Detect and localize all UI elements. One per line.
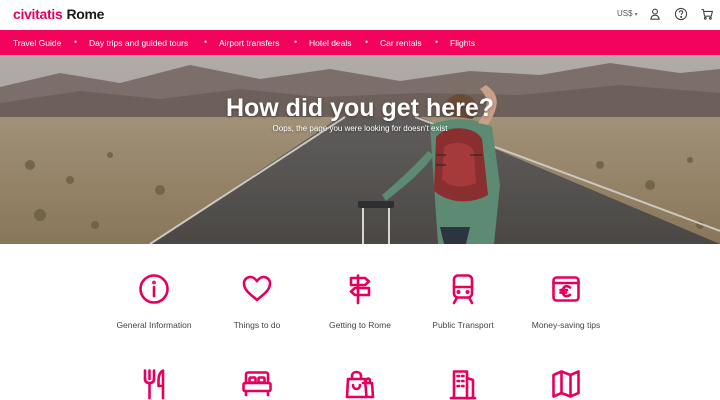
currency-label: US$ (617, 9, 633, 18)
user-icon[interactable] (648, 7, 662, 21)
nav-item-flights[interactable]: Flights (450, 38, 475, 48)
nav-separator: • (365, 37, 369, 47)
main-nav: Travel Guide • Day trips and guided tour… (0, 30, 720, 55)
category-public-transport[interactable]: Public Transport (408, 272, 518, 330)
category-label: Things to do (233, 320, 281, 330)
nav-item-travel-guide[interactable]: Travel Guide (13, 38, 61, 48)
wallet-euro-icon (549, 272, 583, 306)
heart-icon (240, 272, 274, 306)
cart-icon[interactable] (700, 7, 714, 21)
chevron-down-icon: ▾ (634, 12, 638, 18)
category-money-saving-tips[interactable]: Money-saving tips (511, 272, 621, 330)
shopping-bag-icon (343, 367, 377, 400)
category-label: General Information (116, 320, 192, 330)
nav-separator: • (294, 37, 298, 47)
category-label: Money-saving tips (531, 320, 601, 330)
fork-knife-icon (137, 367, 171, 400)
nav-separator: • (74, 37, 78, 47)
category-getting-to-rome[interactable]: Getting to Rome (305, 272, 415, 330)
site-logo[interactable]: civitatis Rome (13, 6, 104, 22)
category-food[interactable] (99, 367, 209, 400)
category-maps[interactable] (511, 367, 621, 400)
nav-separator: • (204, 37, 208, 47)
page-title: How did you get here? (225, 94, 495, 122)
category-sightseeing[interactable] (408, 367, 518, 400)
category-shopping[interactable] (305, 367, 415, 400)
category-things-to-do[interactable]: Things to do (202, 272, 312, 330)
brand-name[interactable]: civitatis (13, 6, 63, 22)
nav-separator: • (435, 37, 439, 47)
hero-banner: How did you get here? Oops, the page you… (0, 55, 720, 244)
nav-item-airport-transfers[interactable]: Airport transfers (219, 38, 279, 48)
map-icon (549, 367, 583, 400)
nav-item-car-rentals[interactable]: Car rentals (380, 38, 422, 48)
bed-icon (240, 367, 274, 400)
top-header: civitatis Rome US$ ▾ (0, 0, 720, 30)
signpost-icon (343, 272, 377, 306)
info-icon (137, 272, 171, 306)
category-label: Public Transport (432, 320, 494, 330)
currency-selector[interactable]: US$ ▾ (617, 9, 638, 18)
nav-item-hotel-deals[interactable]: Hotel deals (309, 38, 352, 48)
train-icon (446, 272, 480, 306)
category-accommodation[interactable] (202, 367, 312, 400)
help-icon[interactable] (674, 7, 688, 21)
hero-background-image (0, 55, 720, 244)
building-icon (446, 367, 480, 400)
city-name[interactable]: Rome (66, 6, 104, 22)
category-label: Getting to Rome (329, 320, 391, 330)
category-general-information[interactable]: General Information (99, 272, 209, 330)
nav-item-day-trips[interactable]: Day trips and guided tours (89, 38, 188, 48)
page-subtitle: Oops, the page you were looking for does… (272, 124, 448, 133)
